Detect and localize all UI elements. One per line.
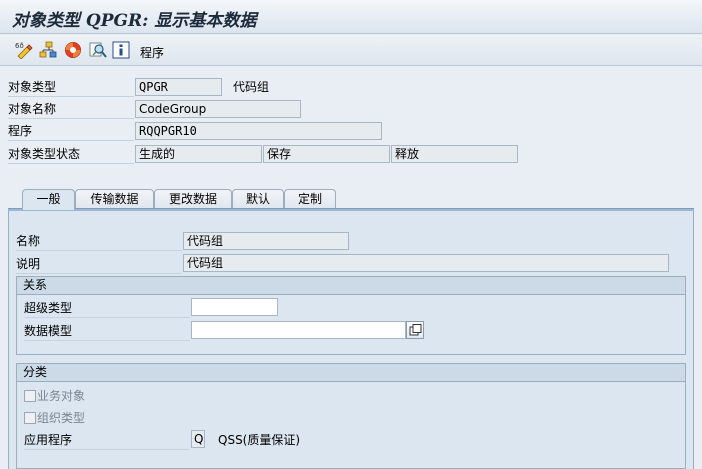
object-type-field[interactable]: QPGR — [135, 78, 222, 96]
value-help-icon — [409, 324, 422, 336]
business-object-checkbox[interactable] — [24, 390, 36, 402]
name-label: 名称 — [16, 233, 182, 251]
application-label: 应用程序 — [24, 432, 190, 450]
title-bar: 对象类型 QPGR: 显示基本数据 — [0, 0, 702, 34]
window-title: 对象类型 QPGR: 显示基本数据 — [12, 11, 257, 31]
tab-general[interactable]: 一般 — [22, 189, 75, 210]
classification-group-title: 分类 — [17, 364, 685, 382]
svg-text:6ð: 6ð — [15, 42, 24, 50]
application-description: QSS(质量保证) — [218, 433, 301, 447]
object-type-label: 对象类型 — [8, 79, 134, 97]
status-saved-field[interactable]: 保存 — [263, 145, 390, 163]
program-label: 程序 — [8, 123, 134, 141]
business-object-label: 业务对象 — [37, 389, 86, 403]
value-help-button[interactable] — [406, 321, 424, 339]
tab-customizing[interactable]: 定制 — [284, 189, 336, 209]
info-icon[interactable] — [112, 41, 130, 59]
description-field[interactable]: 代码组 — [183, 254, 669, 272]
tab-transport-data[interactable]: 传输数据 — [75, 189, 154, 209]
org-type-label: 组织类型 — [37, 411, 86, 425]
help-lifebuoy-icon[interactable] — [64, 41, 82, 59]
description-label: 说明 — [16, 256, 182, 274]
find-icon[interactable] — [89, 41, 107, 59]
org-type-checkbox[interactable] — [24, 412, 36, 424]
tab-defaults[interactable]: 默认 — [232, 189, 284, 209]
object-name-label: 对象名称 — [8, 101, 134, 119]
application-code-field[interactable]: Q — [191, 430, 205, 448]
display-change-icon[interactable]: 6ð — [15, 41, 33, 59]
program-field[interactable]: RQQPGR10 — [135, 122, 382, 140]
status-released-field[interactable]: 释放 — [391, 145, 518, 163]
hierarchy-icon[interactable] — [39, 41, 57, 59]
object-type-status-label: 对象类型状态 — [8, 146, 134, 164]
data-model-label: 数据模型 — [24, 323, 190, 341]
name-field[interactable]: 代码组 — [183, 232, 349, 250]
program-button[interactable]: 程序 — [140, 44, 164, 61]
status-generated-field[interactable]: 生成的 — [135, 145, 262, 163]
supertype-field[interactable] — [191, 298, 278, 316]
supertype-label: 超级类型 — [24, 300, 190, 318]
object-name-field[interactable]: CodeGroup — [135, 100, 301, 118]
classification-group: 分类 — [16, 363, 686, 469]
object-type-description: 代码组 — [233, 80, 270, 94]
relations-group-title: 关系 — [17, 277, 685, 295]
data-model-field[interactable] — [191, 321, 406, 339]
tab-change-data[interactable]: 更改数据 — [154, 189, 232, 209]
